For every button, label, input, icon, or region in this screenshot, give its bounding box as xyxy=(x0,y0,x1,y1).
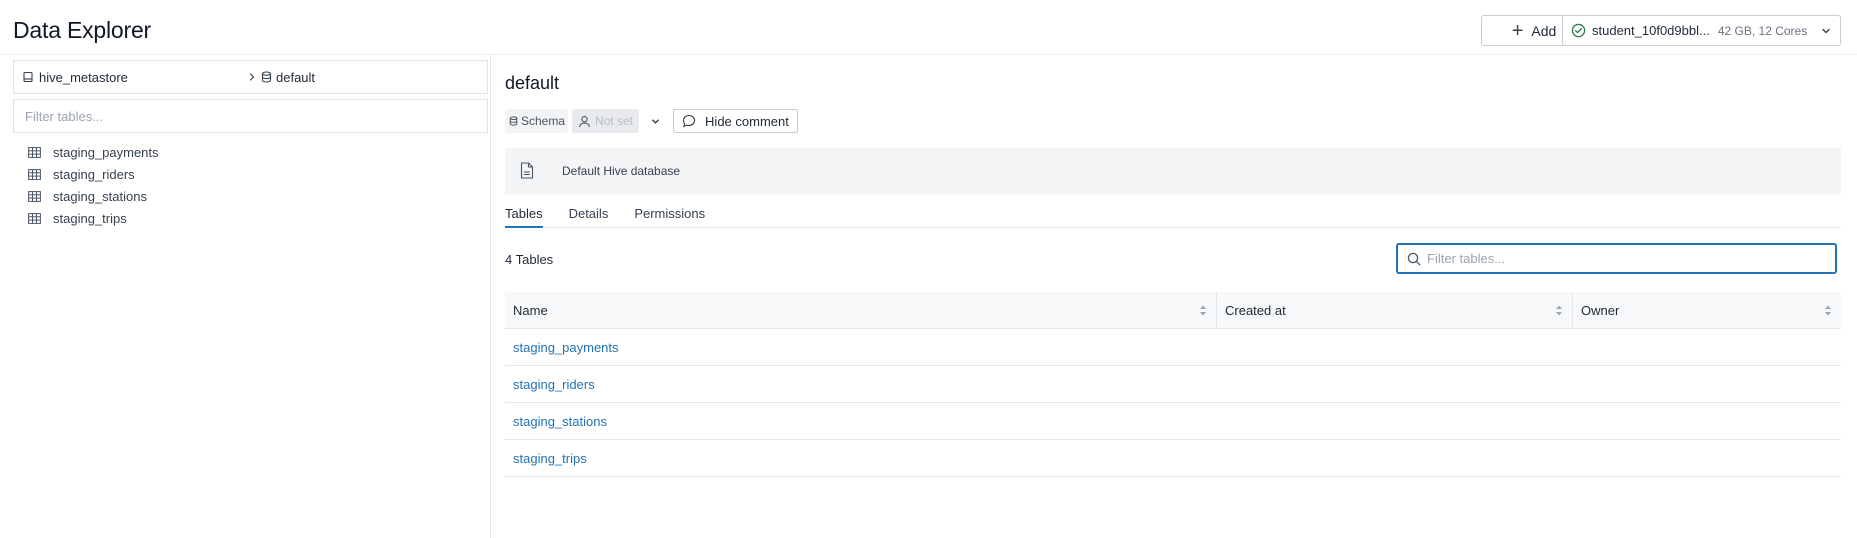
schema-chip: Schema xyxy=(505,109,569,133)
user-icon xyxy=(578,115,591,127)
owner-chip[interactable]: Not set xyxy=(572,109,640,133)
catalog-selector[interactable]: hive_metastore xyxy=(14,70,247,85)
tree-item-label: staging_stations xyxy=(53,188,147,204)
table-link[interactable]: staging_trips xyxy=(505,451,1217,466)
sort-icon xyxy=(1556,305,1562,316)
comment-box: Default Hive database xyxy=(505,148,1841,195)
table-row: staging_payments xyxy=(505,329,1841,366)
cluster-meta: 42 GB, 12 Cores xyxy=(1717,23,1808,38)
column-header-label: Owner xyxy=(1581,302,1620,318)
column-header-label: Name xyxy=(513,302,548,318)
tree-item-label: staging_riders xyxy=(53,166,135,182)
hide-comment-label: Hide comment xyxy=(705,113,789,129)
table-row: staging_stations xyxy=(505,403,1841,440)
schema-chips: Schema Not set Hide comment xyxy=(505,109,798,133)
chevron-down-icon xyxy=(651,118,659,124)
tree-item-label: staging_payments xyxy=(53,144,159,160)
plus-icon: + xyxy=(1511,19,1524,42)
main-panel: default Schema Not set Hide comment Defa… xyxy=(505,55,1841,538)
tab-details[interactable]: Details xyxy=(569,201,609,228)
document-icon xyxy=(520,162,534,179)
tree-item-staging-trips[interactable]: staging_trips xyxy=(28,207,159,229)
tab-permissions[interactable]: Permissions xyxy=(634,201,705,228)
catalog-icon xyxy=(23,71,33,83)
table-tree: staging_payments staging_riders staging_… xyxy=(28,141,159,229)
column-header-owner[interactable]: Owner xyxy=(1573,292,1841,328)
column-header-label: Created at xyxy=(1225,302,1286,318)
add-button-label: Add xyxy=(1531,22,1557,39)
table-link[interactable]: staging_riders xyxy=(505,377,1217,392)
check-circle-icon xyxy=(1571,23,1586,38)
tree-item-staging-payments[interactable]: staging_payments xyxy=(28,141,159,163)
table-header: Name Created at Owner xyxy=(505,292,1841,329)
table-row: staging_trips xyxy=(505,440,1841,477)
chevron-right-icon xyxy=(249,73,255,81)
table-count: 4 Tables xyxy=(505,252,554,267)
table-icon xyxy=(28,168,41,180)
tree-item-staging-riders[interactable]: staging_riders xyxy=(28,163,159,185)
tables-table: Name Created at Owner staging_payments s… xyxy=(505,292,1841,477)
owner-chip-label: Not set xyxy=(595,114,634,128)
catalog-path-bar: hive_metastore default xyxy=(13,60,488,94)
tree-item-staging-stations[interactable]: staging_stations xyxy=(28,185,159,207)
tables-filter[interactable] xyxy=(1396,243,1837,274)
schema-selector[interactable]: default xyxy=(247,70,315,85)
left-panel: hive_metastore default staging_payments … xyxy=(0,55,491,538)
table-row: staging_riders xyxy=(505,366,1841,403)
sort-icon xyxy=(1200,305,1206,316)
owner-dropdown-button[interactable] xyxy=(643,109,667,133)
cluster-selector[interactable]: student_10f0d9bbl... 42 GB, 12 Cores xyxy=(1562,15,1841,46)
column-header-name[interactable]: Name xyxy=(505,292,1217,328)
tree-item-label: staging_trips xyxy=(53,210,127,226)
comment-text: Default Hive database xyxy=(562,164,681,178)
tab-tables[interactable]: Tables xyxy=(505,201,543,228)
column-header-created-at[interactable]: Created at xyxy=(1217,292,1573,328)
sidebar-filter-input[interactable] xyxy=(13,99,488,133)
cluster-name: student_10f0d9bbl... xyxy=(1592,23,1710,38)
database-icon xyxy=(509,116,518,126)
page-title: Data Explorer xyxy=(13,17,152,43)
schema-name: default xyxy=(276,69,316,85)
table-link[interactable]: staging_payments xyxy=(505,340,1217,355)
schema-chip-label: Schema xyxy=(521,114,566,128)
catalog-name: hive_metastore xyxy=(39,69,128,85)
table-icon xyxy=(28,146,41,158)
chevron-down-icon xyxy=(1822,28,1830,33)
hide-comment-button[interactable]: Hide comment xyxy=(673,109,798,133)
tables-filter-input[interactable] xyxy=(1427,251,1827,266)
search-icon xyxy=(1407,252,1421,265)
table-icon xyxy=(28,212,41,224)
speech-bubble-icon xyxy=(682,114,696,128)
sort-icon xyxy=(1825,305,1831,316)
table-icon xyxy=(28,190,41,202)
database-icon xyxy=(261,71,272,83)
schema-title: default xyxy=(505,73,560,93)
table-link[interactable]: staging_stations xyxy=(505,414,1217,429)
tab-bar: Tables Details Permissions xyxy=(505,201,1841,228)
